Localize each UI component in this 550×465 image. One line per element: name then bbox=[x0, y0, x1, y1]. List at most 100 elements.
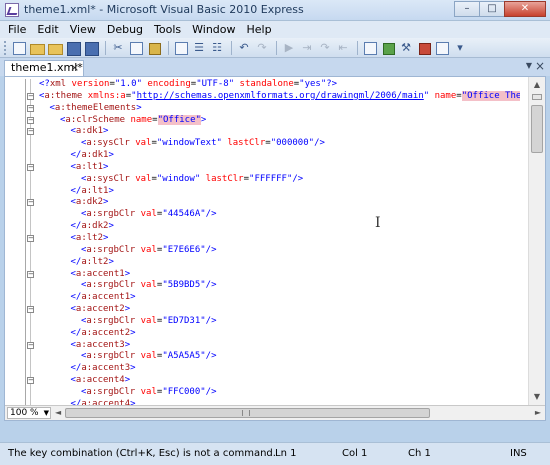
code-line[interactable]: − <a:accent4> bbox=[5, 375, 520, 387]
maximize-button[interactable]: □ bbox=[479, 1, 505, 17]
menu-debug[interactable]: Debug bbox=[107, 23, 143, 36]
split-handle[interactable] bbox=[532, 94, 542, 100]
code-line[interactable]: <a:srgbClr val="E7E6E6"/> bbox=[5, 245, 520, 257]
toolbar-grip[interactable] bbox=[4, 40, 7, 55]
code-line[interactable]: − <a:theme xmlns:a="http://schemas.openxm… bbox=[5, 90, 520, 103]
paste-icon[interactable] bbox=[146, 40, 162, 56]
code-line[interactable]: − <a:accent2> bbox=[5, 304, 520, 316]
code-line[interactable]: <a:sysClr val="windowText" lastClr="0000… bbox=[5, 138, 520, 150]
find-icon[interactable] bbox=[173, 40, 189, 56]
step-out-icon[interactable]: ⇤ bbox=[335, 40, 351, 56]
toolbar-separator bbox=[105, 40, 106, 55]
collapse-toggle-icon[interactable]: − bbox=[27, 270, 34, 278]
code-line[interactable]: − <a:dk2> bbox=[5, 197, 520, 209]
scroll-down-icon[interactable]: ▼ bbox=[529, 389, 545, 405]
code-line[interactable]: </a:accent1> bbox=[5, 292, 520, 304]
scroll-right-icon[interactable]: ► bbox=[535, 406, 541, 420]
collapse-toggle-icon[interactable]: − bbox=[27, 92, 34, 100]
code-line[interactable]: </a:accent2> bbox=[5, 328, 520, 340]
code-line[interactable]: − <a:accent1> bbox=[5, 269, 520, 281]
code-line[interactable]: <?xml version="1.0" encoding="UTF-8" sta… bbox=[5, 79, 520, 91]
toolbox-icon[interactable]: ⚒ bbox=[398, 40, 414, 56]
properties-icon[interactable] bbox=[380, 40, 396, 56]
start-icon[interactable]: ▶ bbox=[281, 40, 297, 56]
title-bar: theme1.xml* - Microsoft Visual Basic 201… bbox=[0, 0, 550, 21]
code-line[interactable]: </a:lt1> bbox=[5, 186, 520, 198]
collapse-toggle-icon[interactable]: − bbox=[27, 306, 34, 314]
options-icon[interactable] bbox=[434, 40, 450, 56]
code-line[interactable]: </a:accent3> bbox=[5, 363, 520, 375]
code-line[interactable]: </a:dk2> bbox=[5, 221, 520, 233]
collapse-toggle-icon[interactable]: − bbox=[27, 128, 34, 136]
menu-help[interactable]: Help bbox=[247, 23, 272, 36]
collapse-toggle-icon[interactable]: − bbox=[27, 163, 34, 171]
code-line[interactable]: − <a:lt1> bbox=[5, 162, 520, 174]
code-text: </a:lt1> bbox=[70, 185, 114, 196]
code-line[interactable]: <a:srgbClr val="ED7D31"/> bbox=[5, 316, 520, 328]
code-line[interactable]: − <a:clrScheme name="Office"> bbox=[5, 114, 520, 127]
menu-file[interactable]: File bbox=[8, 23, 26, 36]
undo-icon[interactable]: ↶ bbox=[236, 40, 252, 56]
code-line[interactable]: <a:srgbClr val="5B9BD5"/> bbox=[5, 280, 520, 292]
new-project-icon[interactable] bbox=[11, 40, 27, 56]
tab-theme1-xml[interactable]: theme1.xml* × bbox=[4, 60, 84, 76]
code-line[interactable]: <a:srgbClr val="FFC000"/> bbox=[5, 387, 520, 399]
comment-icon[interactable]: ☰ bbox=[191, 40, 207, 56]
save-all-icon[interactable] bbox=[83, 40, 99, 56]
scroll-up-icon[interactable]: ▲ bbox=[529, 77, 545, 93]
vertical-scrollbar[interactable]: ▲ ▼ bbox=[528, 77, 545, 405]
toolbar-separator bbox=[231, 40, 232, 55]
scroll-left-icon[interactable]: ◄ bbox=[55, 406, 61, 420]
minimize-button[interactable]: – bbox=[454, 1, 480, 17]
step-into-icon[interactable]: ⇥ bbox=[299, 40, 315, 56]
code-text: <a:sysClr val="window" lastClr="FFFFFF"/… bbox=[81, 173, 304, 184]
open-folder-icon[interactable] bbox=[47, 40, 63, 56]
code-line[interactable]: − <a:dk1> bbox=[5, 126, 520, 138]
menu-tools[interactable]: Tools bbox=[154, 23, 181, 36]
code-editor[interactable]: <?xml version="1.0" encoding="UTF-8" sta… bbox=[4, 76, 546, 421]
menu-window[interactable]: Window bbox=[192, 23, 235, 36]
status-message: The key combination (Ctrl+K, Esc) is not… bbox=[8, 448, 276, 459]
add-item-icon[interactable] bbox=[29, 40, 45, 56]
horizontal-scroll-thumb[interactable] bbox=[65, 408, 430, 418]
close-button[interactable]: ✕ bbox=[504, 1, 546, 17]
close-document-icon[interactable]: × bbox=[535, 59, 545, 73]
status-column: Col 1 bbox=[342, 448, 368, 459]
save-icon[interactable] bbox=[65, 40, 81, 56]
menu-edit[interactable]: Edit bbox=[37, 23, 58, 36]
toolbar-overflow-icon[interactable]: ▾ bbox=[452, 40, 468, 56]
solution-explorer-icon[interactable] bbox=[362, 40, 378, 56]
text-cursor-icon: I bbox=[375, 215, 381, 231]
status-char: Ch 1 bbox=[408, 448, 431, 459]
uncomment-icon[interactable]: ☷ bbox=[209, 40, 225, 56]
visual-basic-app-icon[interactable] bbox=[5, 3, 19, 17]
zoom-select[interactable]: 100 % ▼ bbox=[7, 407, 51, 419]
code-line[interactable]: <a:srgbClr val="A5A5A5"/> bbox=[5, 351, 520, 363]
menu-view[interactable]: View bbox=[70, 23, 96, 36]
code-line[interactable]: <a:sysClr val="window" lastClr="FFFFFF"/… bbox=[5, 174, 520, 186]
code-line[interactable]: </a:dk1> bbox=[5, 150, 520, 162]
collapse-toggle-icon[interactable]: − bbox=[27, 116, 34, 124]
code-line[interactable]: </a:lt2> bbox=[5, 257, 520, 269]
tab-close-icon[interactable]: × bbox=[70, 61, 79, 75]
collapse-toggle-icon[interactable]: − bbox=[27, 104, 34, 112]
step-over-icon[interactable]: ↷ bbox=[317, 40, 333, 56]
cut-icon[interactable]: ✂ bbox=[110, 40, 126, 56]
redo-icon[interactable]: ↷ bbox=[254, 40, 270, 56]
collapse-toggle-icon[interactable]: − bbox=[27, 341, 34, 349]
tab-dropdown-icon[interactable]: ▼ bbox=[526, 61, 532, 70]
collapse-toggle-icon[interactable]: − bbox=[27, 234, 34, 242]
code-line[interactable]: − <a:accent3> bbox=[5, 340, 520, 352]
collapse-toggle-icon[interactable]: − bbox=[27, 199, 34, 207]
object-browser-icon[interactable] bbox=[416, 40, 432, 56]
zoom-dropdown-icon[interactable]: ▼ bbox=[44, 408, 49, 418]
code-line[interactable]: − <a:themeElements> bbox=[5, 103, 520, 115]
code-line[interactable]: <a:srgbClr val="44546A"/> bbox=[5, 209, 520, 221]
status-bar: The key combination (Ctrl+K, Esc) is not… bbox=[0, 442, 550, 465]
code-text: <?xml version="1.0" encoding="UTF-8" sta… bbox=[39, 79, 338, 89]
copy-icon[interactable] bbox=[128, 40, 144, 56]
code-line[interactable]: − <a:lt2> bbox=[5, 233, 520, 245]
collapse-toggle-icon[interactable]: − bbox=[27, 377, 34, 385]
vertical-scroll-thumb[interactable] bbox=[531, 105, 543, 153]
window-title: theme1.xml* - Microsoft Visual Basic 201… bbox=[24, 3, 304, 16]
